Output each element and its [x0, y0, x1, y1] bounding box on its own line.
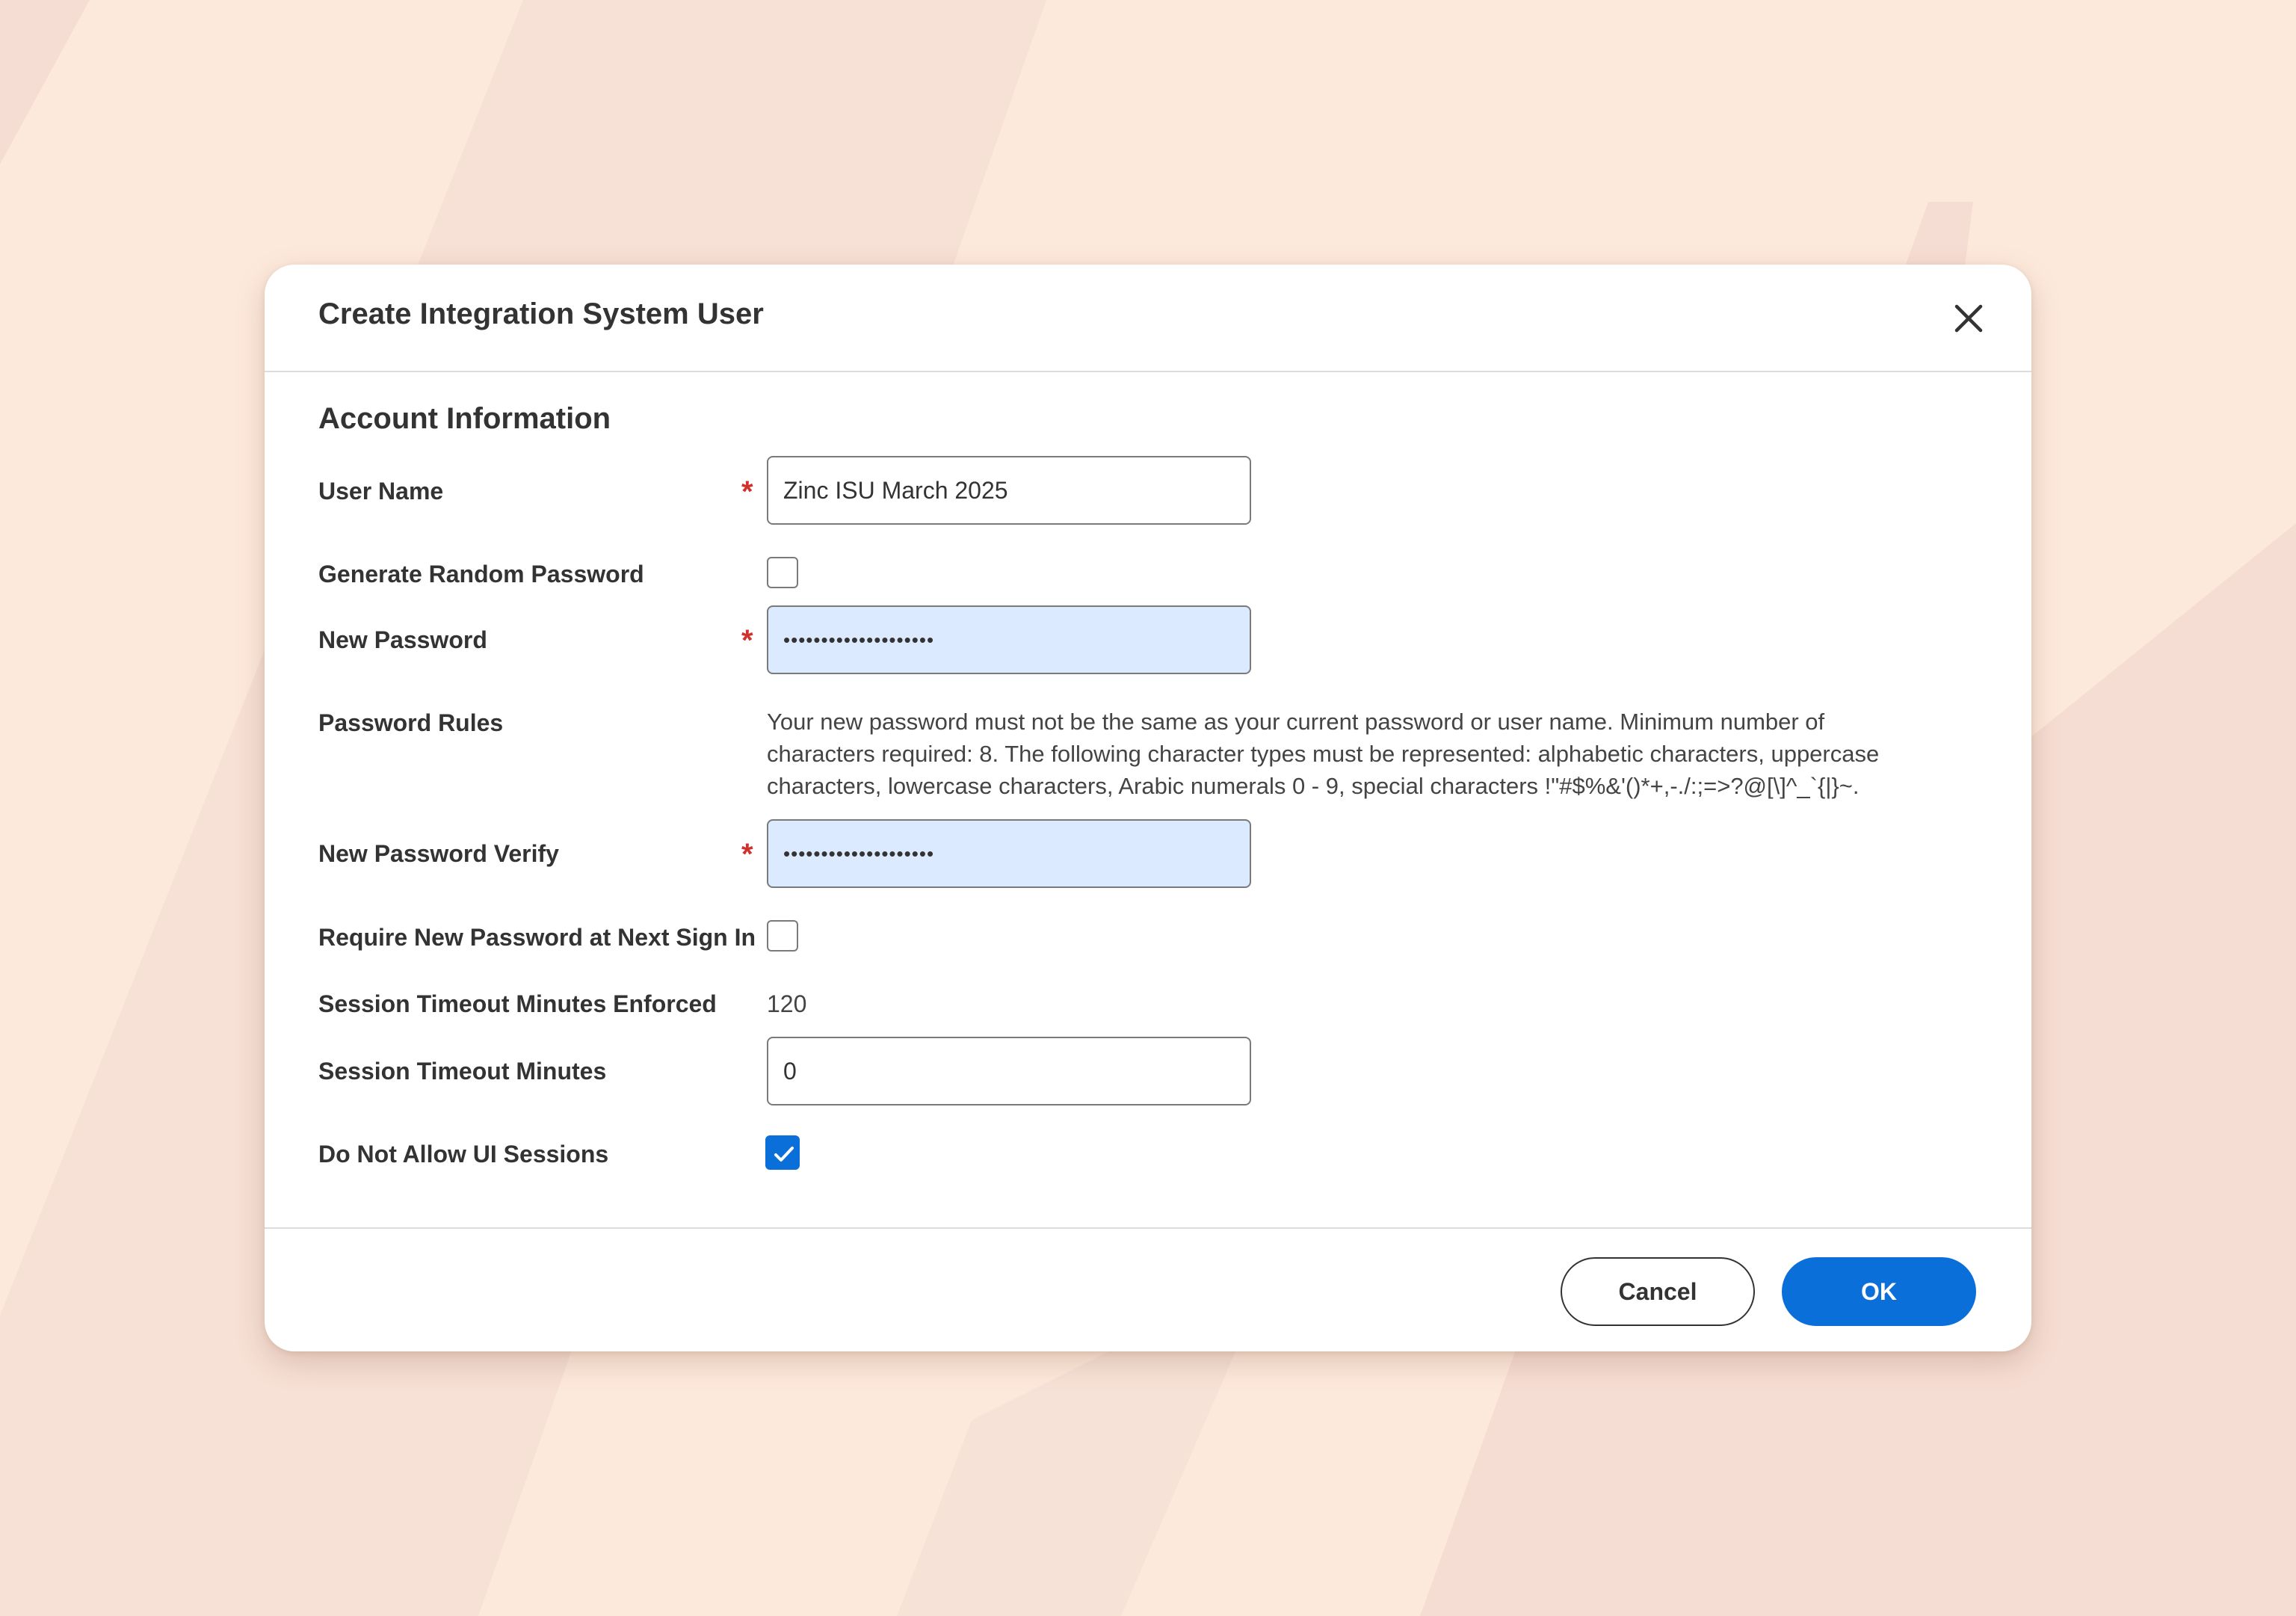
- password-rules-label: Password Rules: [318, 709, 504, 736]
- user-name-input[interactable]: Zinc ISU March 2025: [767, 456, 1251, 525]
- session-timeout-enforced-label: Session Timeout Minutes Enforced: [318, 990, 717, 1017]
- section-title: Account Information: [318, 402, 611, 435]
- dialog-title: Create Integration System User: [318, 297, 764, 330]
- password-rules-text: Your new password must not be the same a…: [767, 709, 1880, 799]
- dialog-header: Create Integration System User: [265, 265, 2031, 372]
- close-button[interactable]: [1946, 296, 1991, 341]
- new-password-verify-input[interactable]: ••••••••••••••••••••: [767, 819, 1251, 888]
- new-password-label: New Password: [318, 626, 487, 653]
- required-marker: *: [741, 624, 753, 657]
- ok-button[interactable]: OK: [1782, 1257, 1976, 1326]
- session-timeout-minutes-input[interactable]: 0: [767, 1037, 1251, 1105]
- session-timeout-minutes-label: Session Timeout Minutes: [318, 1058, 607, 1085]
- new-password-verify-label: New Password Verify: [318, 840, 559, 867]
- generate-random-password-checkbox[interactable]: [767, 557, 798, 588]
- new-password-input[interactable]: ••••••••••••••••••••: [767, 605, 1251, 674]
- require-new-password-checkbox[interactable]: [767, 920, 798, 952]
- footer-divider: [265, 1227, 2031, 1229]
- create-isu-dialog: Create Integration System User Account I…: [265, 265, 2031, 1351]
- checkmark-icon: [774, 1147, 794, 1162]
- cancel-button[interactable]: Cancel: [1561, 1257, 1755, 1326]
- session-timeout-enforced-value: 120: [767, 990, 807, 1017]
- do-not-allow-ui-sessions-label: Do Not Allow UI Sessions: [318, 1141, 609, 1168]
- close-icon: [1954, 304, 1983, 333]
- generate-random-password-label: Generate Random Password: [318, 561, 644, 588]
- do-not-allow-ui-sessions-checkbox[interactable]: [765, 1135, 800, 1170]
- user-name-label: User Name: [318, 478, 444, 505]
- require-new-password-label: Require New Password at Next Sign In: [318, 924, 756, 951]
- required-marker: *: [741, 838, 753, 871]
- required-marker: *: [741, 475, 753, 508]
